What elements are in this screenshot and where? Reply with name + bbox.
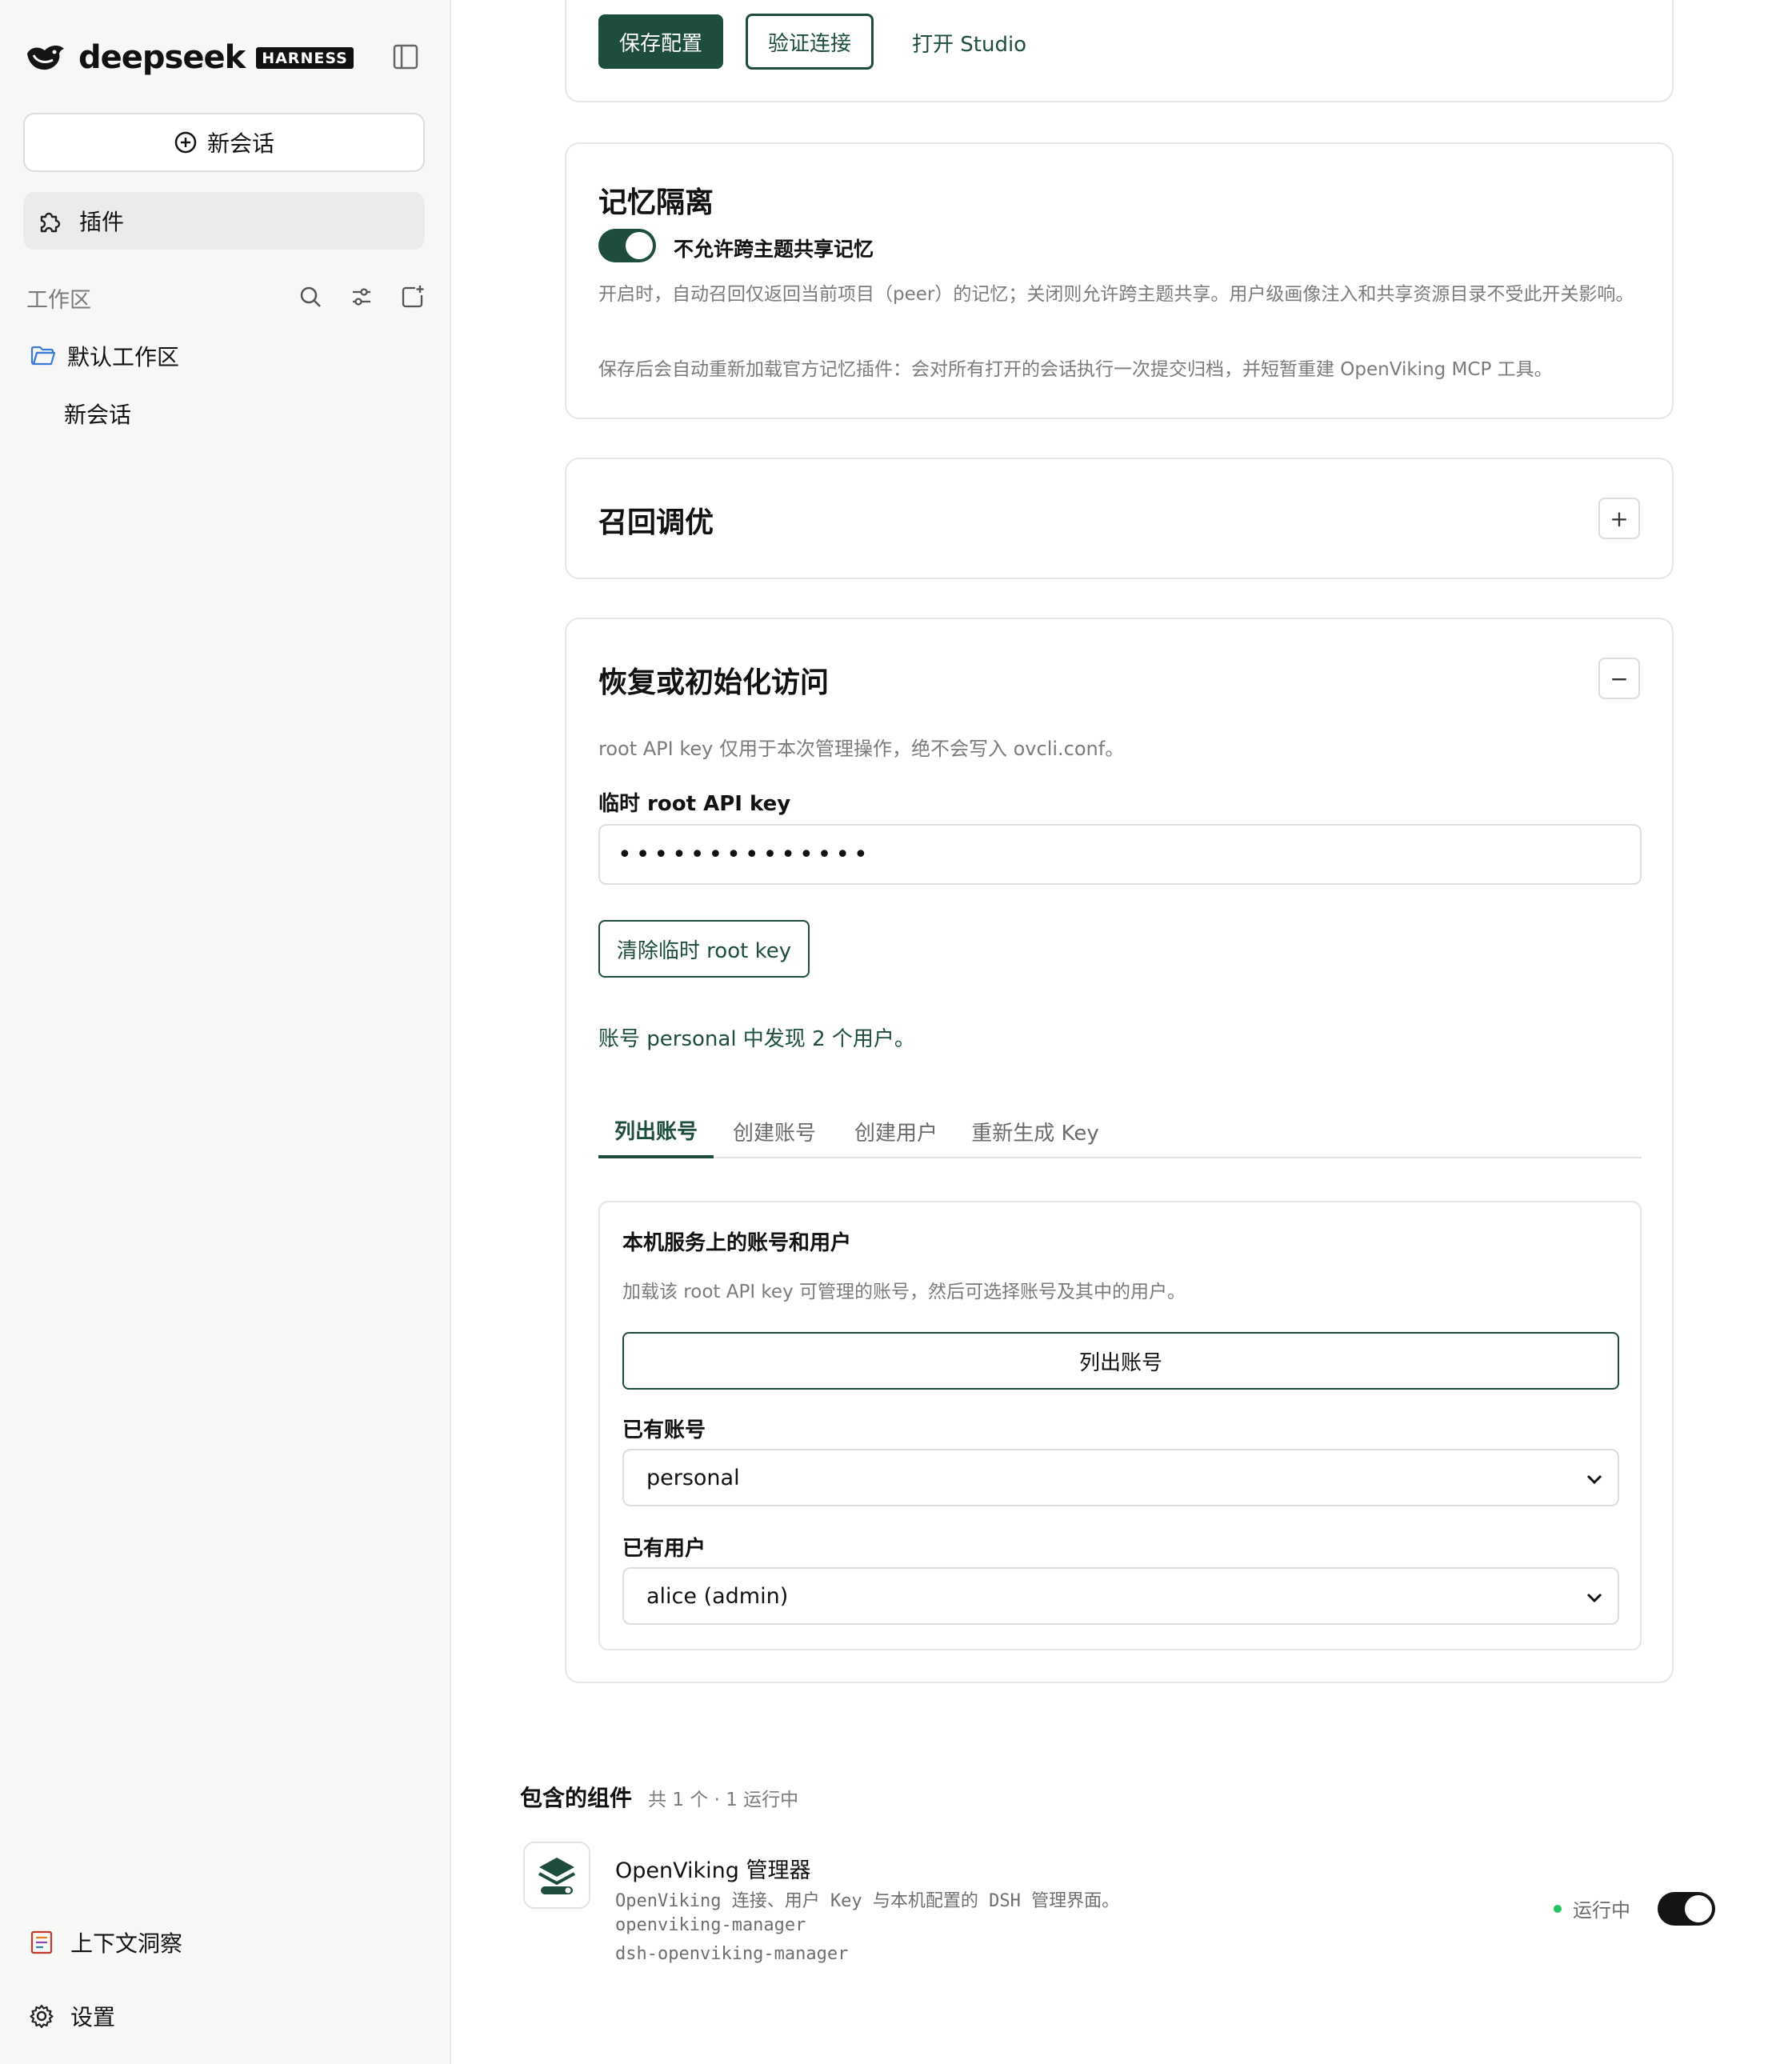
user-select-value: alice (admin) — [646, 1583, 789, 1609]
restore-access-title: 恢复或初始化访问 — [598, 666, 830, 699]
root-key-label: 临时 root API key — [598, 792, 791, 816]
brand-logo[interactable]: deepseek HARNESS — [24, 38, 354, 77]
account-select-value: personal — [646, 1465, 740, 1490]
account-select[interactable]: personal — [622, 1449, 1619, 1506]
root-key-input[interactable]: •••••••••••••• — [598, 824, 1642, 885]
clear-root-key-button[interactable]: 清除临时 root key — [598, 920, 810, 978]
config-actions-card: 保存配置 验证连接 打开 Studio — [565, 0, 1674, 102]
whale-logo-icon — [27, 46, 64, 70]
sidebar-item-settings[interactable]: 设置 — [29, 2000, 115, 2032]
settings-label: 设置 — [70, 2004, 116, 2030]
account-tabs: 列出账号 创建账号 创建用户 重新生成 Key — [598, 1104, 1642, 1158]
memory-isolation-toggle-label: 不允许跨主题共享记忆 — [674, 238, 874, 261]
main-content: 保存配置 验证连接 打开 Studio 记忆隔离 不允许跨主题共享记忆 开启时，… — [453, 0, 1792, 2064]
memory-isolation-card: 记忆隔离 不允许跨主题共享记忆 开启时，自动召回仅返回当前项目（peer）的记忆… — [565, 142, 1674, 419]
gear-icon — [30, 2004, 54, 2029]
component-icon — [523, 1842, 590, 1909]
memory-isolation-desc: 开启时，自动召回仅返回当前项目（peer）的记忆；关闭则允许跨主题共享。用户级画… — [598, 284, 1634, 305]
users-found-text: 账号 personal 中发现 2 个用户。 — [598, 1027, 915, 1051]
component-id: openviking-manager — [615, 1915, 806, 1935]
new-chat-label: 新会话 — [206, 130, 274, 157]
root-key-note: root API key 仅用于本次管理操作，绝不会写入 ovcli.conf。 — [598, 738, 1125, 760]
user-select[interactable]: alice (admin) — [622, 1567, 1619, 1625]
filter-sliders-icon[interactable] — [348, 283, 375, 310]
context-insight-label: 上下文洞察 — [70, 1930, 183, 1957]
puzzle-icon — [40, 212, 61, 233]
plus-circle-icon — [174, 131, 197, 154]
sidebar-item-context-insight[interactable]: 上下文洞察 — [29, 1926, 182, 1958]
status-dot-icon — [1554, 1904, 1562, 1913]
component-status: 运行中 — [1554, 1894, 1630, 1922]
sidebar: deepseek HARNESS 新会话 插件 工作区 默认工作区 新会话 上下… — [0, 0, 451, 2064]
save-config-button[interactable]: 保存配置 — [598, 14, 723, 69]
components-title: 包含的组件 — [520, 1785, 633, 1811]
stack-layers-icon — [538, 1858, 575, 1894]
component-enable-toggle[interactable] — [1658, 1892, 1715, 1926]
folder-open-icon — [30, 346, 56, 366]
recall-tuning-title: 召回调优 — [598, 506, 714, 539]
expand-button[interactable]: + — [1598, 498, 1640, 539]
workspace-folder[interactable]: 默认工作区 — [30, 340, 179, 372]
chevron-down-icon — [1586, 1593, 1602, 1603]
session-item[interactable]: 新会话 — [64, 398, 131, 430]
new-folder-icon[interactable] — [399, 283, 426, 310]
accounts-panel-title: 本机服务上的账号和用户 — [622, 1231, 852, 1255]
components-count: 共 1 个 · 1 运行中 — [648, 1790, 799, 1810]
component-package: dsh-openviking-manager — [615, 1944, 849, 1964]
component-desc: OpenViking 连接、用户 Key 与本机配置的 DSH 管理界面。 — [615, 1891, 1120, 1911]
search-icon[interactable] — [297, 283, 324, 310]
workspace-title: 工作区 — [26, 287, 91, 313]
sidebar-toggle-icon[interactable] — [392, 43, 419, 70]
tab-regenerate-key[interactable]: 重新生成 Key — [971, 1104, 1099, 1158]
brand-badge: HARNESS — [256, 46, 354, 69]
tab-list-accounts[interactable]: 列出账号 — [598, 1104, 714, 1158]
workspace-header: 工作区 — [26, 282, 426, 314]
context-insight-icon — [30, 1930, 53, 1954]
restore-access-card: 恢复或初始化访问 − root API key 仅用于本次管理操作，绝不会写入 … — [565, 618, 1674, 1683]
memory-isolation-toggle[interactable] — [598, 229, 656, 262]
new-chat-button[interactable]: 新会话 — [23, 113, 425, 172]
collapse-button[interactable]: − — [1598, 658, 1640, 699]
tab-create-account[interactable]: 创建账号 — [730, 1104, 819, 1158]
verify-connection-button[interactable]: 验证连接 — [746, 14, 874, 70]
tab-create-user[interactable]: 创建用户 — [851, 1104, 941, 1158]
components-header: 包含的组件 共 1 个 · 1 运行中 — [520, 1781, 798, 1813]
plugins-label: 插件 — [79, 209, 125, 235]
component-name: OpenViking 管理器 — [615, 1858, 811, 1883]
existing-user-label: 已有用户 — [622, 1537, 706, 1561]
accounts-panel: 本机服务上的账号和用户 加载该 root API key 可管理的账号，然后可选… — [598, 1201, 1642, 1650]
memory-isolation-note: 保存后会自动重新加载官方记忆插件：会对所有打开的会话执行一次提交归档，并短暂重建… — [598, 359, 1553, 380]
brand-name: deepseek — [78, 39, 246, 76]
sidebar-item-plugins[interactable]: 插件 — [23, 192, 425, 250]
open-studio-link[interactable]: 打开 Studio — [912, 28, 1026, 58]
list-accounts-button[interactable]: 列出账号 — [622, 1332, 1619, 1390]
chevron-down-icon — [1586, 1474, 1602, 1485]
memory-isolation-title: 记忆隔离 — [598, 186, 714, 219]
existing-account-label: 已有账号 — [622, 1418, 706, 1442]
accounts-panel-desc: 加载该 root API key 可管理的账号，然后可选择账号及其中的用户。 — [622, 1282, 1186, 1302]
workspace-name: 默认工作区 — [67, 344, 180, 370]
component-status-label: 运行中 — [1573, 1899, 1630, 1922]
recall-tuning-card: 召回调优 + — [565, 458, 1674, 579]
